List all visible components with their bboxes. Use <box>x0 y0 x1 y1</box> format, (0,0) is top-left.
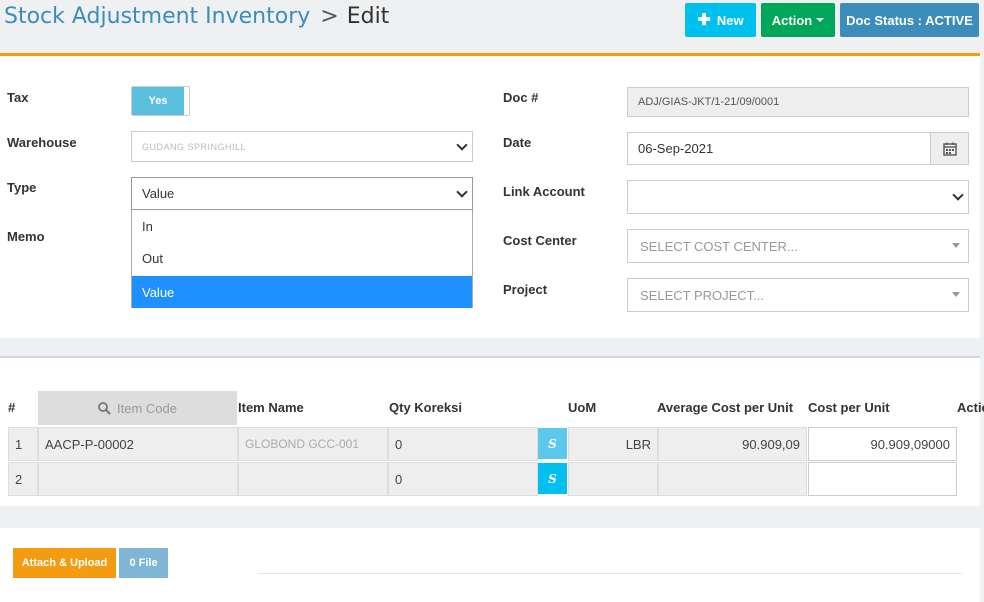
item-code-search-header[interactable]: Item Code <box>38 391 237 425</box>
qty-cell[interactable]: 0 <box>388 427 538 461</box>
caret-down-icon <box>952 292 960 297</box>
uom-cell: LBR <box>568 427 658 461</box>
project-select[interactable]: SELECT PROJECT... <box>627 278 969 312</box>
cost-center-select[interactable]: SELECT COST CENTER... <box>627 229 969 263</box>
cost-per-unit-input[interactable]: 90.909,09000 <box>808 427 957 461</box>
caret-down-icon <box>816 18 825 22</box>
avg-cost-cell: 90.909,09 <box>658 427 807 461</box>
tax-toggle[interactable]: Yes <box>131 86 190 116</box>
warehouse-select[interactable]: GUDANG SPRINGHILL <box>131 131 473 162</box>
col-header-qty: Qty Koreksi <box>389 400 462 415</box>
caret-down-icon <box>952 243 960 248</box>
item-code-cell[interactable] <box>38 462 238 496</box>
tax-toggle-on: Yes <box>132 87 184 115</box>
table-row-number: 2 <box>8 462 38 496</box>
chevron-down-icon <box>456 139 468 151</box>
type-label: Type <box>7 180 37 195</box>
cost-per-unit-input[interactable] <box>808 462 957 496</box>
col-header-item-name: Item Name <box>238 400 304 415</box>
project-label: Project <box>503 282 548 297</box>
type-dropdown: In Out Value <box>131 210 473 308</box>
serial-button[interactable]: S <box>538 428 567 459</box>
type-option-value[interactable]: Value <box>132 276 472 308</box>
type-option-out[interactable]: Out <box>132 242 472 274</box>
table-row-number: 1 <box>8 427 38 461</box>
tax-label: Tax <box>7 90 29 105</box>
file-count-button[interactable]: 0 File <box>119 548 168 578</box>
search-icon <box>98 401 111 415</box>
calendar-icon[interactable] <box>930 133 968 164</box>
col-header-number: # <box>8 400 16 415</box>
breadcrumb: Stock Adjustment Inventory > Edit <box>4 4 389 29</box>
breadcrumb-separator: > <box>320 4 339 29</box>
serial-button[interactable]: S <box>538 463 567 494</box>
date-input[interactable]: 06-Sep-2021 <box>627 132 969 165</box>
type-select[interactable]: Value <box>131 177 473 210</box>
page-header: Stock Adjustment Inventory > Edit ✚ New Act… <box>0 0 984 44</box>
item-name-cell: GLOBOND GCC-001 <box>238 427 388 461</box>
doc-status-button[interactable]: Doc Status : ACTIVE <box>840 3 979 37</box>
warehouse-label: Warehouse <box>7 135 77 150</box>
date-label: Date <box>503 135 532 150</box>
attach-upload-button[interactable]: Attach & Upload <box>13 548 116 578</box>
item-code-cell[interactable]: AACP-P-00002 <box>38 427 238 461</box>
col-header-avg-cost: Average Cost per Unit <box>657 400 794 415</box>
uom-cell <box>568 462 658 496</box>
item-name-cell <box>238 462 388 496</box>
divider <box>258 573 962 574</box>
new-button[interactable]: ✚ New <box>685 3 756 37</box>
avg-cost-cell <box>658 462 807 496</box>
link-account-select[interactable] <box>627 180 969 214</box>
action-button[interactable]: Action <box>761 3 835 37</box>
chevron-down-icon <box>456 186 468 198</box>
doc-number-label: Doc # <box>503 90 539 105</box>
breadcrumb-parent-link[interactable]: Stock Adjustment Inventory <box>4 4 310 29</box>
doc-number-field: ADJ/GIAS-JKT/1-21/09/0001 <box>627 87 969 117</box>
col-header-cost: Cost per Unit <box>808 400 890 415</box>
col-header-uom: UoM <box>568 400 597 415</box>
col-header-action: Actio <box>957 400 984 415</box>
plus-icon: ✚ <box>697 12 711 29</box>
link-account-label: Link Account <box>503 184 585 199</box>
breadcrumb-current: Edit <box>346 4 390 29</box>
type-option-in[interactable]: In <box>132 210 472 242</box>
cost-center-label: Cost Center <box>503 233 577 248</box>
qty-cell[interactable]: 0 <box>388 462 538 496</box>
chevron-down-icon <box>952 189 964 201</box>
memo-label: Memo <box>7 229 45 244</box>
